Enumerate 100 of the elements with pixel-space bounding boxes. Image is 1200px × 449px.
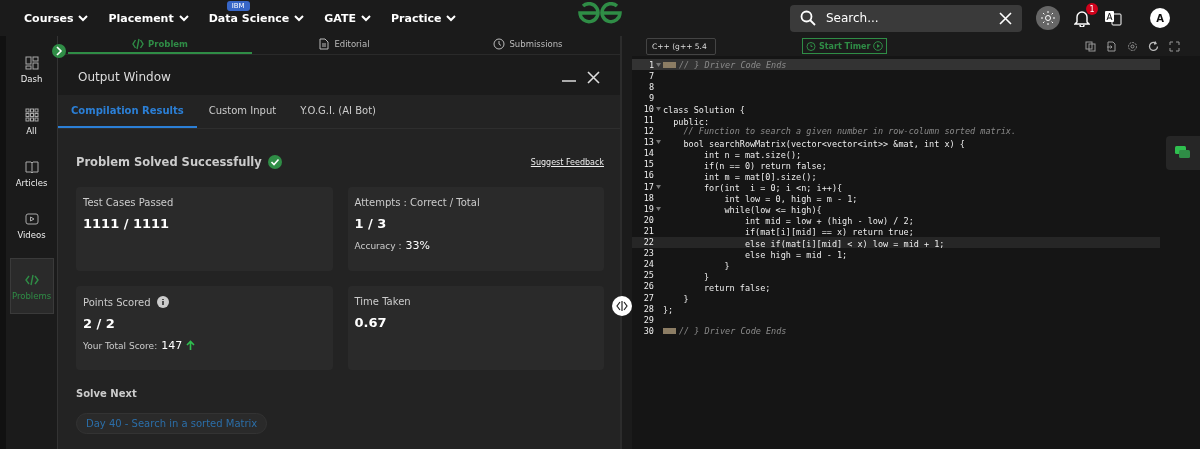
line-number: 9 [647, 92, 654, 103]
code-line: if(mat[i][mid] == x) return true; [743, 226, 915, 238]
code-line: if(n == 0) return false; [702, 159, 828, 171]
refresh-icon[interactable] [1148, 40, 1159, 52]
close-icon[interactable] [587, 70, 600, 84]
nav-menu-item[interactable]: Data Science [208, 11, 305, 25]
sidebar-item[interactable]: Articles [9, 154, 54, 194]
line-number: 24 [642, 259, 654, 270]
search-field[interactable]: Search... [824, 10, 991, 26]
status-message: Problem Solved Successfully [76, 155, 262, 169]
line-number: 14 [642, 148, 654, 159]
code-line: } [702, 270, 711, 282]
code-line: } [723, 259, 731, 271]
chevron-right-icon [55, 46, 63, 56]
info-icon[interactable] [156, 296, 169, 308]
line-number: 18 [642, 192, 654, 203]
start-timer-button[interactable]: Start Timer [802, 38, 888, 54]
line-number: 30 [642, 325, 654, 336]
code-line: int mid = low + (high - low) / 2; [743, 215, 915, 227]
copy-icon[interactable] [1085, 40, 1096, 52]
line-number: 29 [642, 314, 654, 325]
code-line: int n = mat.size(); [702, 148, 803, 160]
stat-note-value: 33% [405, 239, 430, 252]
code-line: // } Driver Code Ends [679, 325, 787, 336]
search-icon [800, 10, 816, 26]
arrow-up-icon [186, 340, 196, 351]
stat-value: 1111 / 1111 [83, 216, 171, 231]
output-tab[interactable]: Compilation Results [58, 95, 197, 128]
line-number: 15 [642, 159, 654, 170]
chevron-down-icon [294, 14, 305, 22]
code-line: for(int i = 0; i <n; i++){ [702, 182, 844, 194]
search-bar[interactable]: Search... [790, 4, 1022, 32]
sidebar-item[interactable]: All [9, 102, 54, 142]
fullscreen-icon[interactable] [1169, 40, 1180, 52]
line-number: 21 [642, 225, 654, 236]
expand-button[interactable] [52, 44, 66, 58]
code-line: // } Driver Code Ends [679, 59, 787, 70]
fold-arrow-icon[interactable] [656, 106, 661, 111]
video-icon [24, 212, 39, 226]
code-line: int m = mat[0].size(); [702, 171, 818, 182]
sun-icon [1041, 11, 1055, 25]
document-icon [318, 38, 331, 50]
sidebar-item[interactable]: Videos [9, 206, 54, 246]
fold-marker-icon[interactable] [663, 61, 676, 68]
line-number: 7 [647, 70, 654, 81]
translate-icon[interactable] [1104, 9, 1122, 27]
line-number: 26 [642, 281, 654, 292]
code-line: }; [663, 304, 675, 316]
logo-icon[interactable] [577, 2, 623, 24]
nav-menu-item[interactable]: Practice [391, 11, 457, 25]
grid-icon [24, 108, 39, 122]
line-number: 12 [642, 126, 654, 137]
book-icon [24, 160, 39, 174]
user-avatar[interactable]: A [1150, 8, 1170, 28]
output-tab[interactable]: Custom Input [196, 95, 289, 128]
stat-note-label: Your Total Score: [83, 340, 158, 351]
file-import-icon[interactable] [1106, 40, 1117, 52]
sidebar-item[interactable]: Dash [9, 50, 54, 90]
line-number: 11 [642, 115, 654, 125]
output-tab[interactable]: Y.O.G.I. (AI Bot) [288, 95, 388, 128]
nav-menu-item[interactable]: Courses [24, 11, 89, 25]
stat-value: 0.67 [354, 315, 388, 330]
nav-menu-item[interactable]: Placement [108, 11, 189, 25]
line-number: 23 [642, 248, 654, 259]
problem-tab[interactable]: Editorial [252, 36, 436, 54]
line-number: 17 [642, 181, 654, 192]
stat-value: 1 / 3 [354, 216, 388, 231]
code-line: return false; [702, 281, 772, 293]
code-line: class Solution { [663, 104, 746, 116]
code-line: // Function to search a given number in row-column sorted matrix. [683, 126, 1017, 137]
fold-arrow-icon[interactable] [656, 206, 661, 211]
resize-handle[interactable] [612, 296, 632, 316]
line-number: 27 [642, 292, 654, 303]
code-arrows-icon [616, 301, 628, 311]
feedback-link[interactable]: Suggest Feedback [530, 157, 604, 167]
fold-arrow-icon[interactable] [656, 184, 661, 189]
chevron-down-icon [361, 14, 371, 22]
problem-tab[interactable]: Problem [68, 36, 252, 54]
code-icon [132, 38, 145, 50]
nav-menu-item[interactable]: GATE [324, 11, 371, 25]
window-title: Output Window [78, 70, 171, 84]
code-line: public: [672, 115, 710, 127]
chevron-down-icon [78, 14, 89, 22]
bell-icon[interactable] [1074, 9, 1090, 27]
stat-value: 2 / 2 [83, 316, 116, 331]
notification-badge: 1 [1086, 3, 1098, 15]
line-number: 16 [642, 170, 654, 181]
line-number: 28 [642, 303, 654, 314]
theme-toggle-button[interactable] [1036, 6, 1060, 30]
sidebar-item[interactable]: Problems [9, 258, 54, 314]
stat-label: Time Taken [354, 296, 411, 307]
fold-arrow-icon[interactable] [656, 140, 661, 145]
settings-icon[interactable] [1127, 40, 1138, 52]
fold-arrow-icon[interactable] [656, 62, 661, 67]
fold-marker-icon[interactable] [663, 327, 676, 334]
chevron-down-icon [446, 14, 457, 22]
problem-tab[interactable]: Submissions [436, 36, 620, 54]
code-icon [24, 273, 39, 287]
chat-button[interactable] [1166, 136, 1200, 170]
stat-label: Attempts : Correct / Total [354, 197, 480, 208]
